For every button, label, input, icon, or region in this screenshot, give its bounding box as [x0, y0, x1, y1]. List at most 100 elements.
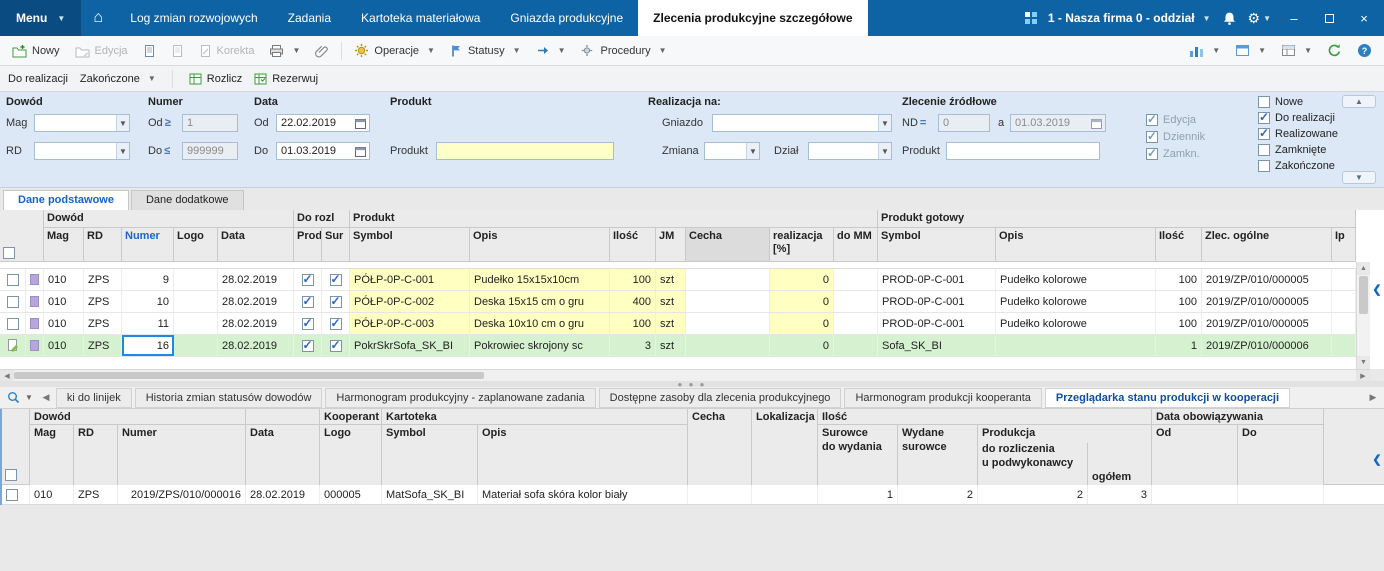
cell-data[interactable]: 28.02.2019 — [218, 269, 294, 290]
column-header-prod[interactable]: Prod — [294, 228, 322, 262]
column-header-do_mm[interactable]: do MM — [834, 228, 878, 262]
cell-opis[interactable]: Deska 15x15 cm o gru — [470, 291, 610, 312]
cell-mag[interactable]: 010 — [44, 269, 84, 290]
cell-ilosc[interactable]: 3 — [610, 335, 656, 356]
cell-ilosc2[interactable]: 1 — [1156, 335, 1202, 356]
column-header-cecha[interactable]: Cecha — [686, 228, 770, 262]
cell-realizacja[interactable]: 0 — [770, 291, 834, 312]
row-select-cell[interactable] — [0, 269, 26, 290]
statuses-button[interactable]: Statusy ▼ — [443, 40, 528, 62]
cell-jm[interactable]: szt — [656, 291, 686, 312]
bh-ogolem[interactable]: ogółem — [1088, 443, 1150, 485]
cell-cecha[interactable] — [686, 313, 770, 334]
column-header-realizacja[interactable]: realizacja [%] — [770, 228, 834, 262]
app-grid-icon[interactable] — [1024, 12, 1037, 24]
cell-opis2[interactable]: Pudełko kolorowe — [996, 313, 1156, 334]
row-checkbox[interactable] — [6, 317, 19, 330]
cell-symbol[interactable]: PÓŁP-0P-C-002 — [350, 291, 470, 312]
cell-do_mm[interactable] — [834, 335, 878, 356]
sur-checkbox[interactable] — [329, 272, 342, 286]
bh-logo[interactable]: Logo — [320, 425, 382, 485]
cell-symbol2[interactable]: PROD-0P-C-001 — [878, 269, 996, 290]
cell-zlec[interactable]: 2019/ZP/010/000005 — [1202, 313, 1332, 334]
procedures-button[interactable]: Procedury ▼ — [573, 39, 673, 62]
cell-symbol[interactable]: MatSofa_SK_BI — [382, 485, 478, 504]
cell-realizacja[interactable]: 0 — [770, 313, 834, 334]
cell-symbol[interactable]: PokrSkrSofa_SK_BI — [350, 335, 470, 356]
flag-checkbox[interactable] — [1146, 112, 1158, 126]
refresh-button[interactable] — [1320, 39, 1349, 62]
nav-tab[interactable]: Gniazda produkcyjne — [495, 0, 638, 36]
tabs-scroll-right[interactable]: ▶ — [1366, 390, 1380, 406]
column-header-data[interactable]: Data — [218, 228, 294, 262]
scroll-thumb[interactable] — [14, 372, 484, 379]
ge-operator[interactable]: ≥ — [163, 117, 173, 129]
bh-lokalizacja[interactable]: Lokalizacja — [752, 409, 818, 485]
cell-symbol2[interactable]: PROD-0P-C-001 — [878, 291, 996, 312]
cell-lokalizacja[interactable] — [752, 485, 818, 504]
filter-mag-select[interactable]: ▼ — [34, 114, 130, 132]
column-header-ilosc[interactable]: Ilość — [610, 228, 656, 262]
bh-data[interactable]: Data — [246, 425, 320, 485]
filter-gniazdo-select[interactable]: ▼ — [712, 114, 892, 132]
cell-opis[interactable]: Pokrowiec skrojony sc — [470, 335, 610, 356]
cell-cecha[interactable] — [686, 269, 770, 290]
filter-a-date-input[interactable]: 01.03.2019 — [1010, 114, 1106, 132]
cell-ilosc[interactable]: 100 — [610, 269, 656, 290]
filter-zmiana-select[interactable]: ▼ — [704, 142, 760, 160]
cell-zlec[interactable]: 2019/ZP/010/000006 — [1202, 335, 1332, 356]
cell-do_mm[interactable] — [834, 291, 878, 312]
cell-prod[interactable] — [294, 269, 322, 290]
rozlicz-button[interactable]: Rozlicz — [189, 73, 242, 85]
filter-produkt-input[interactable] — [436, 142, 614, 160]
edit-button[interactable]: Edycja — [68, 40, 135, 62]
column-header-mag[interactable]: Mag — [44, 228, 84, 262]
cell-cecha[interactable] — [686, 291, 770, 312]
prod-checkbox[interactable] — [301, 294, 314, 308]
cell-ilosc2[interactable]: 100 — [1156, 291, 1202, 312]
table-row[interactable]: 010ZPS10 28.02.2019 PÓŁP-0P-C-002Deska 15x… — [0, 291, 1356, 313]
cell-mag[interactable]: 010 — [44, 313, 84, 334]
cell-ip[interactable] — [1332, 291, 1356, 312]
quick-filter-do-realizacji[interactable]: Do realizacji — [8, 73, 68, 85]
cell-logo[interactable] — [174, 313, 218, 334]
cell-opis2[interactable]: Pudełko kolorowe — [996, 269, 1156, 290]
cell-surowce[interactable]: 1 — [818, 485, 898, 504]
vertical-scrollbar[interactable]: ▲ ▼ — [1356, 262, 1370, 369]
filter-numer-do-input[interactable] — [182, 142, 238, 160]
cell-ip[interactable] — [1332, 269, 1356, 290]
flags-scroll-down-button[interactable]: ▼ — [1342, 171, 1376, 184]
rezerwuj-button[interactable]: Rezerwuj — [254, 73, 318, 85]
cell-rd[interactable]: ZPS — [84, 269, 122, 290]
flag-checkbox[interactable] — [1146, 146, 1158, 160]
cell-wydane[interactable]: 2 — [898, 485, 978, 504]
flag-checkbox[interactable] — [1258, 110, 1270, 124]
filter-data-od-input[interactable]: 22.02.2019 — [276, 114, 370, 132]
row-checkbox[interactable] — [6, 295, 19, 308]
scroll-left-arrow[interactable]: ◀ — [0, 370, 14, 381]
cell-realizacja[interactable]: 0 — [770, 335, 834, 356]
cell-ogolem[interactable]: 3 — [1088, 485, 1152, 504]
filter-nd-input[interactable] — [938, 114, 990, 132]
print-button[interactable]: ▼ — [262, 40, 307, 62]
bh-surowce[interactable]: Surowce do wydania — [818, 425, 898, 485]
bh-do[interactable]: Do — [1238, 425, 1324, 485]
tab-dane-dodatkowe[interactable]: Dane dodatkowe — [130, 190, 244, 210]
bh-symbol[interactable]: Symbol — [382, 425, 478, 485]
nav-tab[interactable]: Zadania — [273, 0, 346, 36]
flag-checkbox[interactable] — [1258, 160, 1270, 172]
cell-opis2[interactable]: Pudełko kolorowe — [996, 291, 1156, 312]
cell-numer[interactable]: 2019/ZPS/010/000016 — [118, 485, 246, 504]
prod-checkbox[interactable] — [301, 316, 314, 330]
cell-sur[interactable] — [322, 269, 350, 290]
column-header-opis2[interactable]: Opis — [996, 228, 1156, 262]
table-row[interactable]: 010 ZPS 2019/ZPS/010/000016 28.02.2019 0… — [2, 485, 1384, 505]
cell-ip[interactable] — [1332, 313, 1356, 334]
cell-sur[interactable] — [322, 291, 350, 312]
cell-prod[interactable] — [294, 313, 322, 334]
cell-logo[interactable] — [174, 335, 218, 356]
tab-dane-podstawowe[interactable]: Dane podstawowe — [3, 190, 129, 210]
document-button-2[interactable] — [164, 40, 191, 62]
cell-jm[interactable]: szt — [656, 313, 686, 334]
settings-button[interactable]: ⚙ ▼ — [1248, 10, 1271, 27]
